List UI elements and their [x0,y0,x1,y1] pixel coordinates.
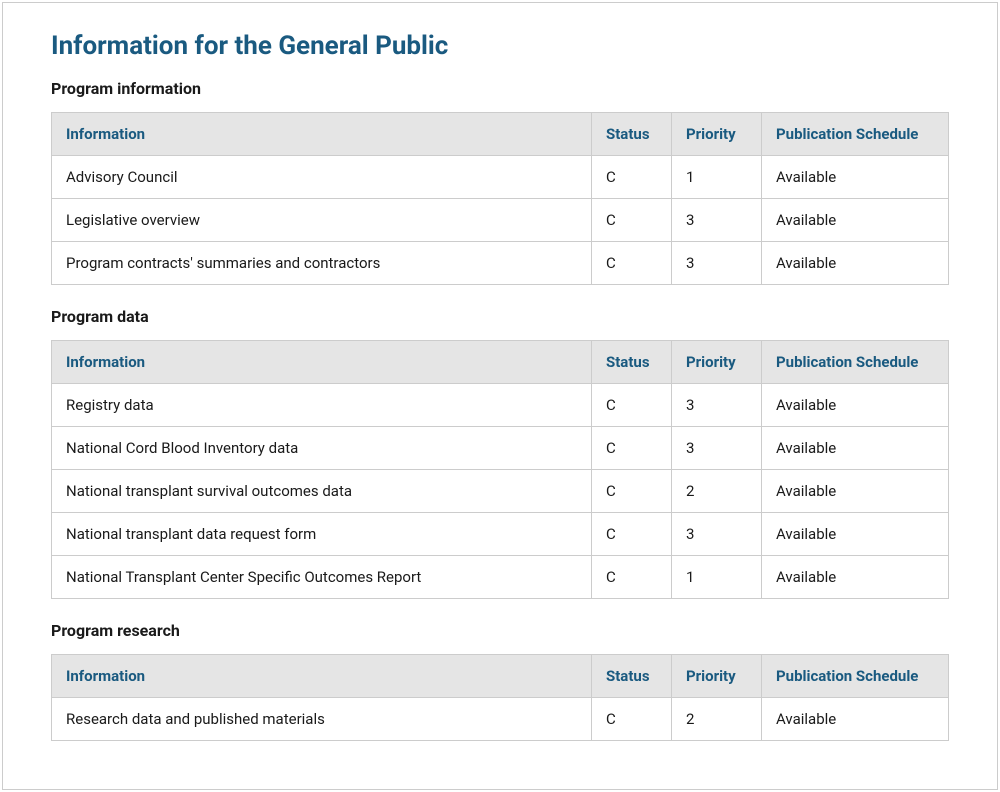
data-table: InformationStatusPriorityPublication Sch… [51,654,949,741]
cell-pub: Available [762,470,949,513]
table-row: National transplant data request formC3A… [52,513,949,556]
cell-pub: Available [762,427,949,470]
table-header-row: InformationStatusPriorityPublication Sch… [52,341,949,384]
table-row: Legislative overviewC3Available [52,199,949,242]
cell-info: National Transplant Center Specific Outc… [52,556,592,599]
table-header-row: InformationStatusPriorityPublication Sch… [52,655,949,698]
data-table: InformationStatusPriorityPublication Sch… [51,112,949,285]
sections-wrapper: Program informationInformationStatusPrio… [51,79,949,741]
table-row: Research data and published materialsC2A… [52,698,949,741]
cell-status: C [592,156,672,199]
cell-priority: 2 [672,698,762,741]
table-row: Advisory CouncilC1Available [52,156,949,199]
table-row: Program contracts' summaries and contrac… [52,242,949,285]
column-header-priority: Priority [672,113,762,156]
cell-priority: 3 [672,242,762,285]
column-header-status: Status [592,655,672,698]
cell-status: C [592,698,672,741]
cell-priority: 3 [672,427,762,470]
column-header-status: Status [592,113,672,156]
cell-priority: 2 [672,470,762,513]
section-heading: Program information [51,79,949,98]
column-header-info: Information [52,655,592,698]
cell-pub: Available [762,384,949,427]
cell-priority: 3 [672,513,762,556]
table-row: Registry dataC3Available [52,384,949,427]
column-header-info: Information [52,113,592,156]
table-row: National transplant survival outcomes da… [52,470,949,513]
cell-pub: Available [762,156,949,199]
cell-status: C [592,384,672,427]
cell-status: C [592,470,672,513]
cell-info: Legislative overview [52,199,592,242]
column-header-priority: Priority [672,655,762,698]
cell-status: C [592,427,672,470]
section-heading: Program data [51,307,949,326]
column-header-pub: Publication Schedule [762,113,949,156]
cell-info: National transplant data request form [52,513,592,556]
cell-priority: 1 [672,156,762,199]
cell-priority: 3 [672,199,762,242]
cell-info: Research data and published materials [52,698,592,741]
column-header-pub: Publication Schedule [762,655,949,698]
cell-pub: Available [762,513,949,556]
cell-status: C [592,556,672,599]
document-container: Information for the General Public Progr… [2,2,998,790]
cell-pub: Available [762,556,949,599]
cell-info: National Cord Blood Inventory data [52,427,592,470]
table-row: National Cord Blood Inventory dataC3Avai… [52,427,949,470]
column-header-priority: Priority [672,341,762,384]
cell-info: Advisory Council [52,156,592,199]
cell-info: Registry data [52,384,592,427]
cell-status: C [592,242,672,285]
cell-pub: Available [762,242,949,285]
cell-info: National transplant survival outcomes da… [52,470,592,513]
column-header-pub: Publication Schedule [762,341,949,384]
cell-priority: 3 [672,384,762,427]
cell-priority: 1 [672,556,762,599]
cell-pub: Available [762,199,949,242]
cell-status: C [592,199,672,242]
page-title: Information for the General Public [51,31,949,61]
section-heading: Program research [51,621,949,640]
cell-pub: Available [762,698,949,741]
column-header-status: Status [592,341,672,384]
cell-status: C [592,513,672,556]
data-table: InformationStatusPriorityPublication Sch… [51,340,949,599]
table-row: National Transplant Center Specific Outc… [52,556,949,599]
column-header-info: Information [52,341,592,384]
cell-info: Program contracts' summaries and contrac… [52,242,592,285]
table-header-row: InformationStatusPriorityPublication Sch… [52,113,949,156]
